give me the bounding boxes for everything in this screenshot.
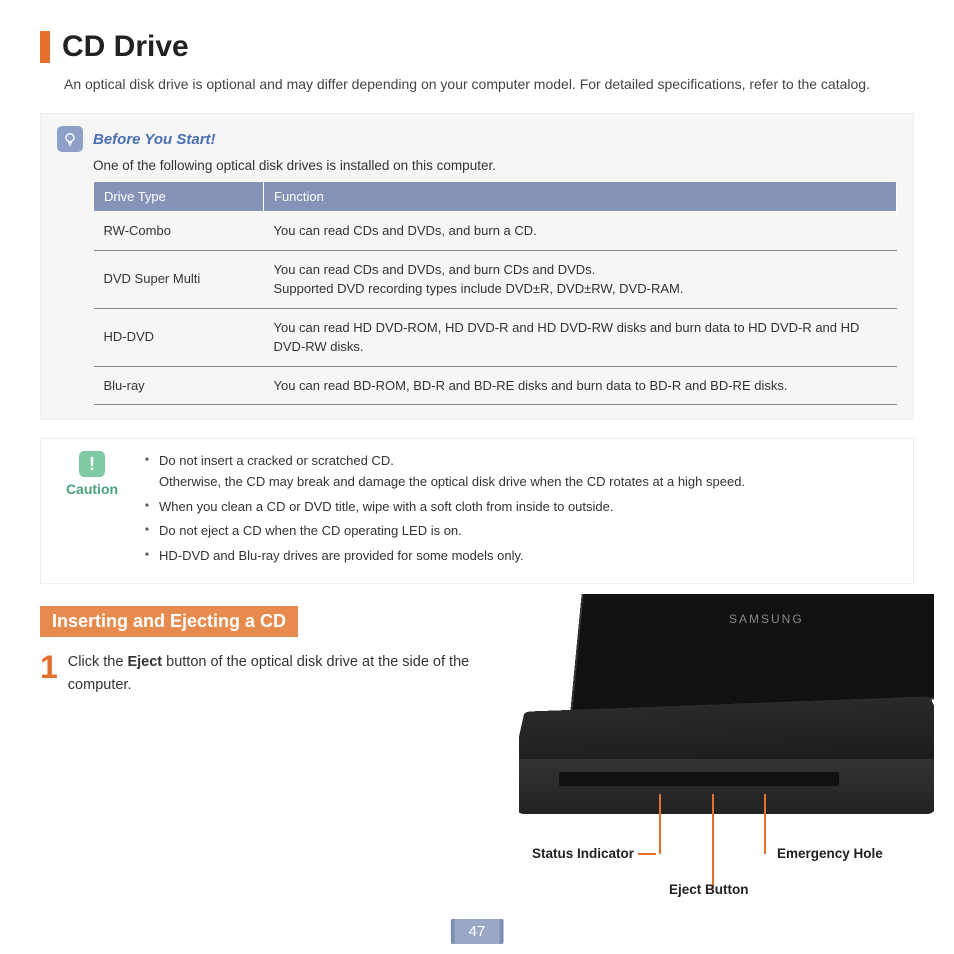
caution-item: Do not insert a cracked or scratched CD.… — [145, 451, 745, 493]
drive-func-cell: You can read CDs and DVDs, and burn CDs … — [264, 250, 897, 308]
table-row: Blu-rayYou can read BD-ROM, BD-R and BD-… — [94, 366, 897, 405]
table-row: RW-ComboYou can read CDs and DVDs, and b… — [94, 212, 897, 251]
drive-type-cell: RW-Combo — [94, 212, 264, 251]
before-subtext: One of the following optical disk drives… — [93, 158, 897, 173]
step-text: Click the Eject button of the optical di… — [68, 651, 520, 697]
label-emergency-hole: Emergency Hole — [777, 846, 883, 861]
laptop-illustration: SAMSUNG Status Indicator Eject Button Em… — [484, 594, 934, 904]
table-row: DVD Super MultiYou can read CDs and DVDs… — [94, 250, 897, 308]
label-eject-button: Eject Button — [669, 882, 749, 897]
step-1: 1 Click the Eject button of the optical … — [40, 651, 520, 697]
caution-item: Do not eject a CD when the CD operating … — [145, 521, 745, 542]
drive-func-cell: You can read CDs and DVDs, and burn a CD… — [264, 212, 897, 251]
intro-text: An optical disk drive is optional and ma… — [64, 74, 914, 95]
lightbulb-icon — [57, 126, 83, 152]
warning-icon: ! — [79, 451, 105, 477]
col-header-type: Drive Type — [94, 182, 264, 212]
section-heading: Inserting and Ejecting a CD — [40, 606, 298, 637]
caution-label: Caution — [57, 481, 127, 497]
drive-type-cell: DVD Super Multi — [94, 250, 264, 308]
caution-box: ! Caution Do not insert a cracked or scr… — [40, 438, 914, 584]
callout-line-emergency — [764, 794, 766, 854]
label-status-indicator: Status Indicator — [532, 846, 656, 861]
drive-func-cell: You can read BD-ROM, BD-R and BD-RE disk… — [264, 366, 897, 405]
step-number: 1 — [40, 651, 58, 697]
caution-item: HD-DVD and Blu-ray drives are provided f… — [145, 546, 745, 567]
before-you-start-box: Before You Start! One of the following o… — [40, 113, 914, 420]
title-accent-bar — [40, 31, 50, 63]
page-title: CD Drive — [62, 30, 189, 64]
caution-item: When you clean a CD or DVD title, wipe w… — [145, 497, 745, 518]
before-heading: Before You Start! — [93, 131, 216, 148]
callout-line-status — [659, 794, 661, 854]
callout-line-eject — [712, 794, 714, 889]
page-number: 47 — [451, 919, 504, 944]
drive-table: Drive Type Function RW-ComboYou can read… — [93, 181, 897, 405]
brand-label: SAMSUNG — [729, 612, 804, 626]
caution-list: Do not insert a cracked or scratched CD.… — [145, 451, 745, 571]
table-row: HD-DVDYou can read HD DVD-ROM, HD DVD-R … — [94, 308, 897, 366]
col-header-func: Function — [264, 182, 897, 212]
drive-type-cell: HD-DVD — [94, 308, 264, 366]
drive-func-cell: You can read HD DVD-ROM, HD DVD-R and HD… — [264, 308, 897, 366]
drive-type-cell: Blu-ray — [94, 366, 264, 405]
